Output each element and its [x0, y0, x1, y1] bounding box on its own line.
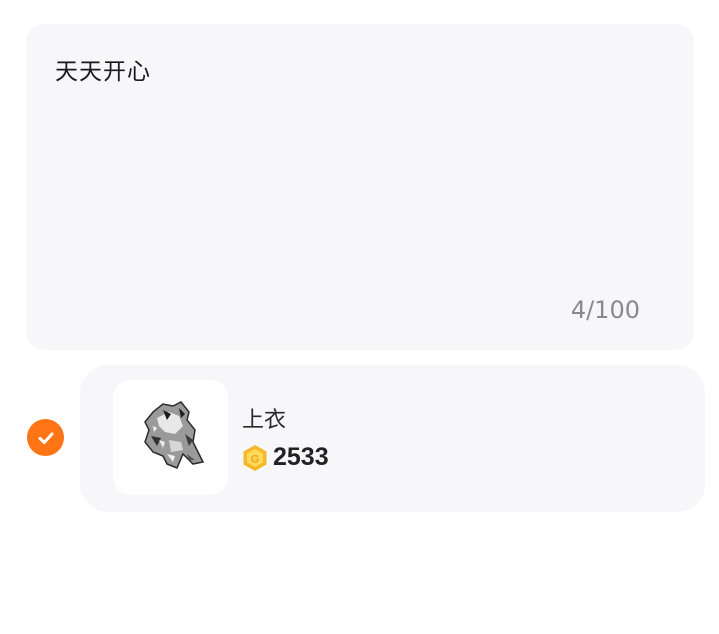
clothing-image: [143, 400, 204, 469]
item-card[interactable]: 上衣 G 2533: [80, 365, 705, 512]
note-text: 天天开心: [55, 59, 151, 85]
item-thumbnail: [113, 380, 228, 495]
note-textarea[interactable]: 天天开心 4/100: [26, 24, 694, 350]
char-counter: 4/100: [570, 296, 640, 324]
checkmark-icon: [38, 432, 53, 444]
svg-text:G: G: [251, 453, 260, 465]
item-select-checkbox[interactable]: [27, 419, 64, 456]
price-value: 2533: [273, 443, 329, 471]
item-name: 上衣: [242, 408, 287, 433]
coin-icon: G: [243, 444, 267, 471]
item-price: G 2533: [242, 443, 329, 472]
